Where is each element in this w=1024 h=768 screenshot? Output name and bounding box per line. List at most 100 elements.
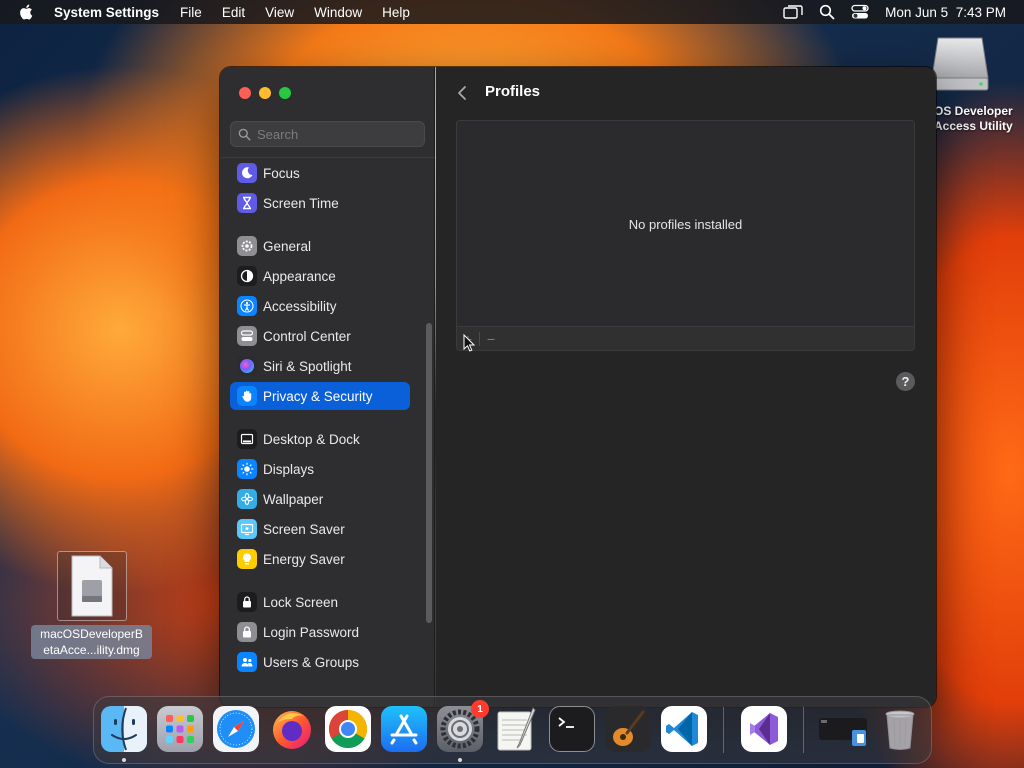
minimize-window-button[interactable] (259, 87, 271, 99)
sidebar-item-users-groups[interactable]: Users & Groups (230, 648, 410, 676)
sidebar-item-login-password[interactable]: Login Password (230, 618, 410, 646)
dock-garageband[interactable] (605, 706, 651, 752)
sidebar-item-label: Accessibility (263, 298, 337, 314)
dock-terminal[interactable] (549, 706, 595, 752)
screen-mirroring-icon[interactable] (783, 4, 803, 20)
dock-trash[interactable] (877, 706, 923, 752)
sidebar-item-general[interactable]: General (230, 232, 410, 260)
menu-help[interactable]: Help (382, 5, 410, 20)
search-icon (238, 128, 251, 141)
dock-downloads-stack[interactable] (818, 706, 867, 752)
users-icon (237, 652, 257, 672)
sidebar-item-focus[interactable]: Focus (230, 159, 410, 187)
firefox-icon (273, 711, 311, 749)
dock-app-store[interactable] (381, 706, 427, 752)
disk-volume-label[interactable]: OS Developer Access Utility (934, 104, 1024, 134)
menubar-date: Mon Jun 5 (885, 4, 949, 20)
sidebar-item-siri-spotlight[interactable]: Siri & Spotlight (230, 352, 410, 380)
sidebar-item-label: Control Center (263, 328, 351, 344)
help-button[interactable]: ? (896, 372, 915, 391)
garageband-guitar-icon (605, 706, 651, 752)
visual-studio-icon (750, 713, 778, 745)
sidebar-item-appearance[interactable]: Appearance (230, 262, 410, 290)
sidebar-item-desktop-dock[interactable]: Desktop & Dock (230, 425, 410, 453)
dmg-file-label[interactable]: macOSDeveloperB etaAcce...ility.dmg (31, 625, 152, 659)
sidebar-item-lock-screen[interactable]: Lock Screen (230, 588, 410, 616)
sidebar: Focus Screen Time General Appearance (220, 67, 435, 707)
apple-logo-icon[interactable] (18, 3, 36, 21)
back-chevron-icon[interactable] (454, 83, 470, 103)
zoom-window-button[interactable] (279, 87, 291, 99)
menu-app-name[interactable]: System Settings (54, 5, 159, 20)
downloads-stack-icon (819, 718, 867, 746)
sidebar-item-label: Desktop & Dock (263, 431, 360, 447)
dmg-file-icon (71, 555, 113, 617)
terminal-icon (558, 717, 574, 728)
dock-launchpad[interactable] (157, 706, 203, 752)
sun-icon (237, 459, 257, 479)
menu-edit[interactable]: Edit (222, 5, 245, 20)
profiles-pane: Profiles No profiles installed + − ? (436, 67, 936, 707)
mouse-pointer-icon (463, 334, 475, 352)
menu-window[interactable]: Window (314, 5, 362, 20)
dock-textedit[interactable] (493, 706, 539, 752)
search-field[interactable] (230, 121, 425, 147)
search-input[interactable] (257, 126, 417, 142)
menubar-time: 7:43 PM (955, 4, 1006, 20)
sidebar-item-label: Displays (263, 461, 315, 477)
menu-bar: System Settings File Edit View Window He… (0, 0, 1024, 24)
dock-icon (237, 429, 257, 449)
profiles-list: No profiles installed + − (456, 120, 915, 351)
sidebar-item-screen-saver[interactable]: Screen Saver (230, 515, 410, 543)
spotlight-search-icon[interactable] (819, 4, 835, 20)
dmg-file-selection[interactable] (57, 551, 127, 621)
dock-chrome[interactable] (325, 706, 371, 752)
sidebar-item-control-center[interactable]: Control Center (230, 322, 410, 350)
dock: 1 (93, 696, 932, 764)
app-store-icon (390, 714, 418, 745)
finder-icon (101, 706, 147, 752)
sidebar-item-screen-time[interactable]: Screen Time (230, 189, 410, 217)
dock-firefox[interactable] (269, 706, 315, 752)
sidebar-item-privacy-security[interactable]: Privacy & Security (230, 382, 410, 410)
menubar-clock[interactable]: Mon Jun 5 7:43 PM (885, 5, 1006, 20)
dmg-file-label-line1: macOSDeveloperB (40, 627, 143, 641)
dock-vscode[interactable] (661, 706, 707, 752)
vscode-icon (666, 712, 698, 746)
sidebar-scrollbar[interactable] (426, 323, 432, 623)
trash-icon (885, 710, 915, 750)
menu-file[interactable]: File (180, 5, 202, 20)
sidebar-item-accessibility[interactable]: Accessibility (230, 292, 410, 320)
launchpad-grid-icon (166, 715, 194, 743)
remove-profile-button[interactable]: − (480, 328, 502, 350)
sidebar-item-displays[interactable]: Displays (230, 455, 410, 483)
control-center-icon[interactable] (851, 4, 869, 20)
textedit-icon (497, 707, 536, 751)
system-settings-window: Focus Screen Time General Appearance (220, 67, 936, 707)
safari-compass-icon (217, 710, 255, 748)
hand-icon (237, 386, 257, 406)
sidebar-item-wallpaper[interactable]: Wallpaper (230, 485, 410, 513)
dock-separator (723, 707, 724, 753)
sidebar-item-energy-saver[interactable]: Energy Saver (230, 545, 410, 573)
notification-badge: 1 (471, 700, 489, 718)
dock-system-settings[interactable]: 1 (437, 700, 489, 752)
disk-volume-label-line1: OS Developer (934, 104, 1013, 118)
dock-visual-studio[interactable] (741, 706, 787, 752)
dock-running-indicator (122, 758, 126, 762)
sidebar-item-label: Energy Saver (263, 551, 345, 567)
sidebar-item-label: Focus (263, 165, 300, 181)
page-title: Profiles (485, 83, 541, 100)
hourglass-icon (237, 193, 257, 213)
dock-safari[interactable] (213, 706, 259, 752)
appearance-icon (237, 266, 257, 286)
control-center-icon (237, 326, 257, 346)
window-controls (239, 87, 291, 99)
close-window-button[interactable] (239, 87, 251, 99)
disk-image-volume-icon[interactable] (930, 36, 990, 94)
sidebar-item-label: Login Password (263, 624, 360, 640)
dock-finder[interactable] (101, 706, 147, 752)
menu-view[interactable]: View (265, 5, 294, 20)
empty-profiles-message: No profiles installed (628, 217, 743, 232)
sidebar-item-label: Screen Time (263, 195, 339, 211)
